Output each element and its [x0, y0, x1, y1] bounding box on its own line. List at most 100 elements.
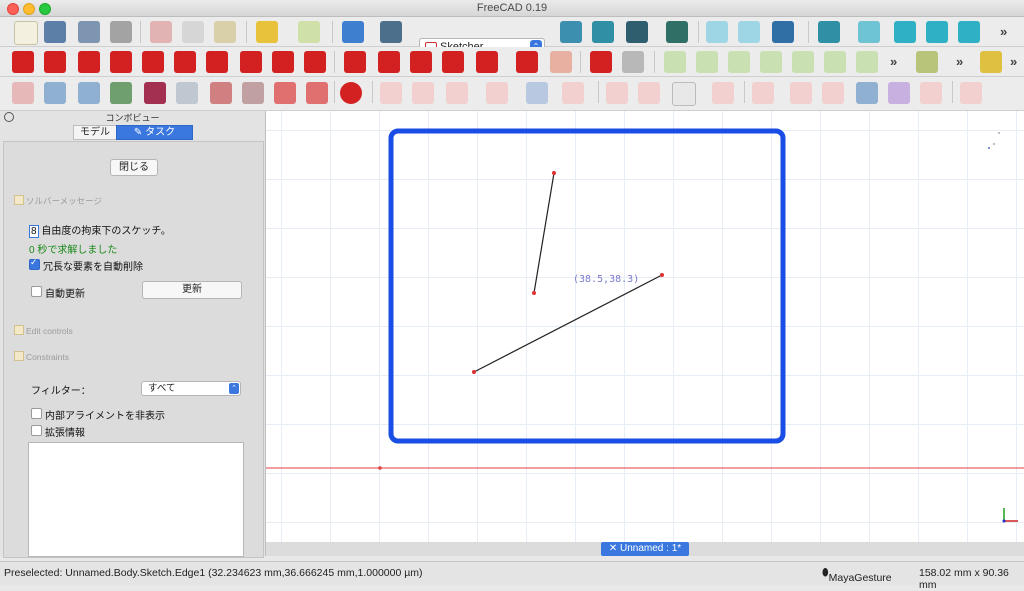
toolbar-overflow-chevron-icon[interactable]: » [890, 54, 897, 69]
constrain-equal-icon[interactable] [240, 51, 262, 73]
link-icon[interactable] [772, 21, 794, 43]
view-section-icon[interactable] [144, 82, 166, 104]
select-constraints-icon[interactable] [696, 51, 718, 73]
toolbar-overflow-chevron-icon[interactable]: » [1010, 54, 1017, 69]
sketch-vertex[interactable] [552, 171, 556, 175]
close-button[interactable]: 閉じる [110, 159, 158, 176]
print-icon[interactable] [110, 21, 132, 43]
redo-icon[interactable] [298, 21, 320, 43]
constrain-coincident-icon[interactable] [12, 51, 34, 73]
save-document-icon[interactable] [78, 21, 100, 43]
refresh-icon[interactable] [342, 21, 364, 43]
view-sketch-icon[interactable] [110, 82, 132, 104]
create-bspline-icon[interactable] [562, 82, 584, 104]
hide-internal-alignment-checkbox[interactable] [31, 408, 42, 419]
constrain-parallel-icon[interactable] [142, 51, 164, 73]
constrain-symmetric-icon[interactable] [272, 51, 294, 73]
view-top-icon[interactable] [926, 21, 948, 43]
stop-operation-icon[interactable] [340, 82, 362, 104]
toggle-driving-icon[interactable] [622, 51, 644, 73]
extended-info-checkbox[interactable] [31, 425, 42, 436]
validate-sketch-icon[interactable] [242, 82, 264, 104]
toolbar-overflow-chevron-icon[interactable]: » [1000, 24, 1007, 39]
constrain-vertical-distance-icon[interactable] [410, 51, 432, 73]
draw-style-icon[interactable] [626, 21, 648, 43]
merge-sketches-icon[interactable] [274, 82, 296, 104]
constrain-horizontal-distance-icon[interactable] [378, 51, 400, 73]
undo-icon[interactable] [256, 21, 278, 43]
reorient-sketch-icon[interactable] [210, 82, 232, 104]
new-document-icon[interactable] [14, 21, 38, 45]
whats-this-icon[interactable] [380, 21, 402, 43]
cut-icon[interactable] [150, 21, 172, 43]
create-point-icon[interactable] [380, 82, 402, 104]
create-rectangle-icon[interactable] [638, 82, 660, 104]
create-circle-icon[interactable] [486, 82, 508, 104]
document-tab-unnamed[interactable]: ✕ Unnamed : 1* [601, 542, 689, 556]
constrain-block-icon[interactable] [304, 51, 326, 73]
constrain-point-on-object-icon[interactable] [44, 51, 66, 73]
create-fillet-icon[interactable] [752, 82, 774, 104]
extend-edge-icon[interactable] [822, 82, 844, 104]
navigation-cube-icon[interactable] [988, 132, 1000, 149]
update-button[interactable]: 更新 [142, 281, 242, 299]
sketch-line-edge[interactable] [473, 274, 663, 373]
view-front-icon[interactable] [894, 21, 916, 43]
part-design-icon[interactable] [980, 51, 1002, 73]
constrain-perpendicular-icon[interactable] [174, 51, 196, 73]
select-origin-icon[interactable] [728, 51, 750, 73]
constrain-snells-law-icon[interactable] [550, 51, 572, 73]
constrain-vertical-icon[interactable] [78, 51, 100, 73]
arrow-left-icon[interactable] [706, 21, 728, 43]
leave-sketch-icon[interactable] [78, 82, 100, 104]
constrain-angle-icon[interactable] [516, 51, 538, 73]
edit-sketch-icon[interactable] [44, 82, 66, 104]
sketch-vertex[interactable] [660, 273, 664, 277]
constraints-list[interactable] [28, 442, 244, 557]
paste-icon[interactable] [214, 21, 236, 43]
bounding-box-icon[interactable] [666, 21, 688, 43]
navigation-style[interactable]: ⬮ MayaGesture [822, 567, 892, 584]
constrain-distance-icon[interactable] [442, 51, 464, 73]
create-conic-icon[interactable] [526, 82, 548, 104]
constrain-tangent-icon[interactable] [206, 51, 228, 73]
select-conflicting-icon[interactable] [856, 51, 878, 73]
toggle-construction-icon[interactable] [590, 51, 612, 73]
solver-messages-section[interactable]: ソルバーメッセージ [14, 195, 102, 207]
carbon-copy-icon[interactable] [888, 82, 910, 104]
auto-update-checkbox[interactable] [31, 286, 42, 297]
tab-task[interactable]: ✎ タスク [116, 125, 193, 140]
select-redundant-icon[interactable] [824, 51, 846, 73]
sketch-view-section-icon[interactable] [916, 51, 938, 73]
constrain-lock-icon[interactable] [344, 51, 366, 73]
trim-edge-icon[interactable] [790, 82, 812, 104]
dof-number[interactable]: 8 [29, 225, 39, 238]
new-sketch-icon[interactable] [12, 82, 34, 104]
constrain-horizontal-icon[interactable] [110, 51, 132, 73]
constrain-radius-icon[interactable] [476, 51, 498, 73]
bspline-tools-icon[interactable] [960, 82, 982, 104]
toolbar-overflow-chevron-icon[interactable]: » [956, 54, 963, 69]
open-document-icon[interactable] [44, 21, 66, 43]
external-geometry-icon[interactable] [856, 82, 878, 104]
sketch-view[interactable]: (38.5,38.3) [266, 111, 1024, 554]
tab-model[interactable]: モデル [73, 125, 117, 140]
select-horizontal-axis-icon[interactable] [792, 51, 814, 73]
auto-remove-redundant-checkbox[interactable] [29, 257, 40, 270]
fit-selection-icon[interactable] [592, 21, 614, 43]
arrow-right-icon[interactable] [738, 21, 760, 43]
create-arc-icon[interactable] [446, 82, 468, 104]
sketch-vertex[interactable] [532, 291, 536, 295]
create-polygon-icon[interactable] [672, 82, 696, 106]
constraints-section[interactable]: Constraints [14, 351, 69, 362]
copy-icon[interactable] [182, 21, 204, 43]
select-elements-icon[interactable] [664, 51, 686, 73]
view-right-icon[interactable] [958, 21, 980, 43]
create-line-icon[interactable] [412, 82, 434, 104]
sketch-line-edge[interactable] [533, 172, 555, 294]
create-polyline-icon[interactable] [606, 82, 628, 104]
mirror-sketch-icon[interactable] [306, 82, 328, 104]
fit-all-icon[interactable] [560, 21, 582, 43]
construction-mode-icon[interactable] [920, 82, 942, 104]
select-vertical-axis-icon[interactable] [760, 51, 782, 73]
